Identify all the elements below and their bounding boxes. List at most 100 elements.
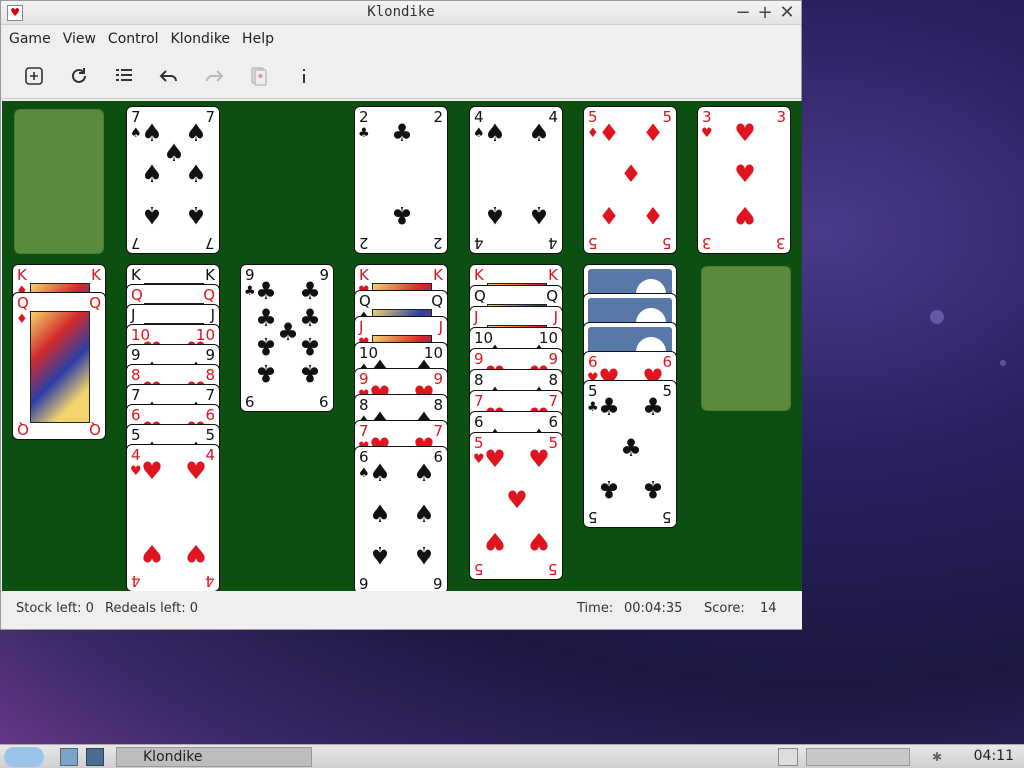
card-pip: ♣ (391, 201, 413, 229)
workspace-switcher[interactable] (806, 748, 910, 766)
close-button[interactable]: ✕ (777, 2, 797, 23)
minimize-button[interactable]: − (733, 2, 753, 23)
menu-control[interactable]: Control (102, 31, 165, 47)
card-pip: ♠ (528, 201, 550, 229)
card-suit: ♣ (358, 126, 370, 141)
taskbar-klondike[interactable]: Klondike (116, 747, 312, 767)
card-pip: ♦ (598, 201, 620, 229)
card-pip: ♣ (620, 434, 642, 462)
card-rank: 3 (776, 234, 786, 252)
show-desktop-icon[interactable] (778, 748, 798, 766)
card-rank: K (131, 266, 141, 284)
card-pip: ♥ (734, 201, 756, 229)
time-value: 00:04:35 (624, 601, 683, 616)
info-button[interactable] (281, 59, 326, 93)
card-pip: ♠ (369, 541, 391, 569)
card-rank: 5 (474, 560, 484, 578)
restart-button[interactable] (56, 59, 101, 93)
menu-view[interactable]: View (57, 31, 102, 47)
card-pip: ♣ (598, 475, 620, 503)
card-suit: ♥ (701, 126, 713, 141)
card-pip: ♣ (642, 475, 664, 503)
card-rank: J (553, 308, 558, 326)
redeals-left: Redeals left: 0 (105, 601, 199, 616)
card-rank: 3 (702, 108, 712, 126)
card-pip: ♠ (369, 459, 391, 487)
card-pip: ♠ (369, 500, 391, 528)
card-rank: 4 (131, 572, 141, 590)
new-game-icon (24, 66, 43, 85)
desktop-decoration (1000, 360, 1006, 366)
card-rank: J (131, 306, 136, 324)
file-manager-icon[interactable] (60, 748, 78, 766)
card-rank: 2 (359, 108, 369, 126)
tableau-empty-7[interactable] (701, 266, 791, 411)
stock-pile[interactable] (14, 109, 104, 254)
time-label: Time: (577, 601, 614, 616)
list-icon (115, 68, 132, 81)
card-rank: K (433, 266, 443, 284)
title-bar: ♥ Klondike − + ✕ (1, 1, 801, 25)
card-rank: 2 (433, 108, 443, 126)
undo-icon (159, 69, 177, 82)
card-pip: ♠ (185, 201, 207, 229)
card-rank: 2 (433, 234, 443, 252)
tableau-1-card[interactable]: Q Q Q Q ♦ (12, 292, 106, 440)
tableau-4-card[interactable]: 6 6 6 6 ♠ ♠ ♠ ♠ ♠ ♠ ♠ (354, 446, 448, 591)
waste-card[interactable]: 7 7 7 7 ♠ ♠ ♠ ♠ ♠ ♠ ♠ ♠ (126, 106, 220, 254)
card-pip: ♥ (484, 445, 506, 473)
new-game-button[interactable] (11, 59, 56, 93)
card-rank: 2 (359, 234, 369, 252)
redo-button[interactable] (191, 59, 236, 93)
tableau-6-card[interactable]: 5 5 5 5 ♣ ♣ ♣ ♣ ♣ ♣ (583, 380, 677, 528)
card-rank: J (210, 306, 215, 324)
card-pip: ♦ (642, 119, 664, 147)
card-pip: ♠ (141, 160, 163, 188)
menu-help[interactable]: Help (236, 31, 280, 47)
game-table: 7 7 7 7 ♠ ♠ ♠ ♠ ♠ ♠ ♠ ♠ 2 2 2 2 ♣ ♣ ♣ 4 4 4 4 ♠ ♠ ♠ ♠ ♠ 5 5 5 5 ♦ ♦ ♦ ♦ ♦ ♦ 3 3… (2, 101, 802, 591)
card-rank: 3 (702, 234, 712, 252)
card-pip: ♦ (642, 201, 664, 229)
tableau-3-card[interactable]: 9 9 9 9 ♣ ♣ ♣ ♣ ♣ ♣ ♣ ♣ ♣ ♣ (240, 264, 334, 412)
desktop-decoration (930, 310, 944, 324)
card-rank: K (205, 266, 215, 284)
card-pip: ♠ (413, 541, 435, 569)
stock-left: Stock left: 0 (16, 601, 94, 616)
card-pip: ♥ (506, 486, 528, 514)
card-pip: ♣ (299, 277, 321, 305)
restart-icon (71, 67, 86, 83)
card-pip: ♣ (642, 393, 664, 421)
undo-button[interactable] (146, 59, 191, 93)
menu-klondike[interactable]: Klondike (165, 31, 237, 47)
menu-bar: Game View Control Klondike Help (1, 25, 801, 53)
foundation-4[interactable]: 3 3 3 3 ♥ ♥ ♥ ♥ (697, 106, 791, 254)
cards-icon (251, 67, 266, 85)
card-rank: 3 (776, 108, 786, 126)
redo-icon (205, 69, 223, 82)
clock: 04:11 (973, 748, 1014, 764)
card-rank: Q (546, 287, 558, 305)
card-rank: Q (474, 287, 486, 305)
tableau-5-card[interactable]: 5 5 5 5 ♥ ♥ ♥ ♥ ♥ ♥ (469, 432, 563, 580)
score-label: Score: (704, 601, 745, 616)
deal-button[interactable] (236, 59, 281, 93)
card-rank: K (548, 266, 558, 284)
menu-game[interactable]: Game (3, 31, 57, 47)
game-list-button[interactable] (101, 59, 146, 93)
card-suit: ♦ (16, 312, 28, 327)
start-menu-button[interactable] (4, 747, 44, 767)
card-pip: ♥ (734, 160, 756, 188)
foundation-1[interactable]: 2 2 2 2 ♣ ♣ ♣ (354, 106, 448, 254)
card-rank: Q (431, 292, 443, 310)
card-pip: ♠ (484, 201, 506, 229)
maximize-button[interactable]: + (755, 2, 775, 23)
tableau-2-card[interactable]: 4 4 4 4 ♥ ♥ ♥ ♥ ♥ (126, 444, 220, 591)
toolbar (1, 53, 801, 99)
foundation-3[interactable]: 5 5 5 5 ♦ ♦ ♦ ♦ ♦ ♦ (583, 106, 677, 254)
card-pip: ♠ (413, 459, 435, 487)
bluetooth-icon[interactable]: ✱ (932, 750, 942, 764)
foundation-2[interactable]: 4 4 4 4 ♠ ♠ ♠ ♠ ♠ (469, 106, 563, 254)
card-rank: K (359, 266, 369, 284)
terminal-icon[interactable] (86, 748, 104, 766)
card-pip: ♥ (528, 445, 550, 473)
